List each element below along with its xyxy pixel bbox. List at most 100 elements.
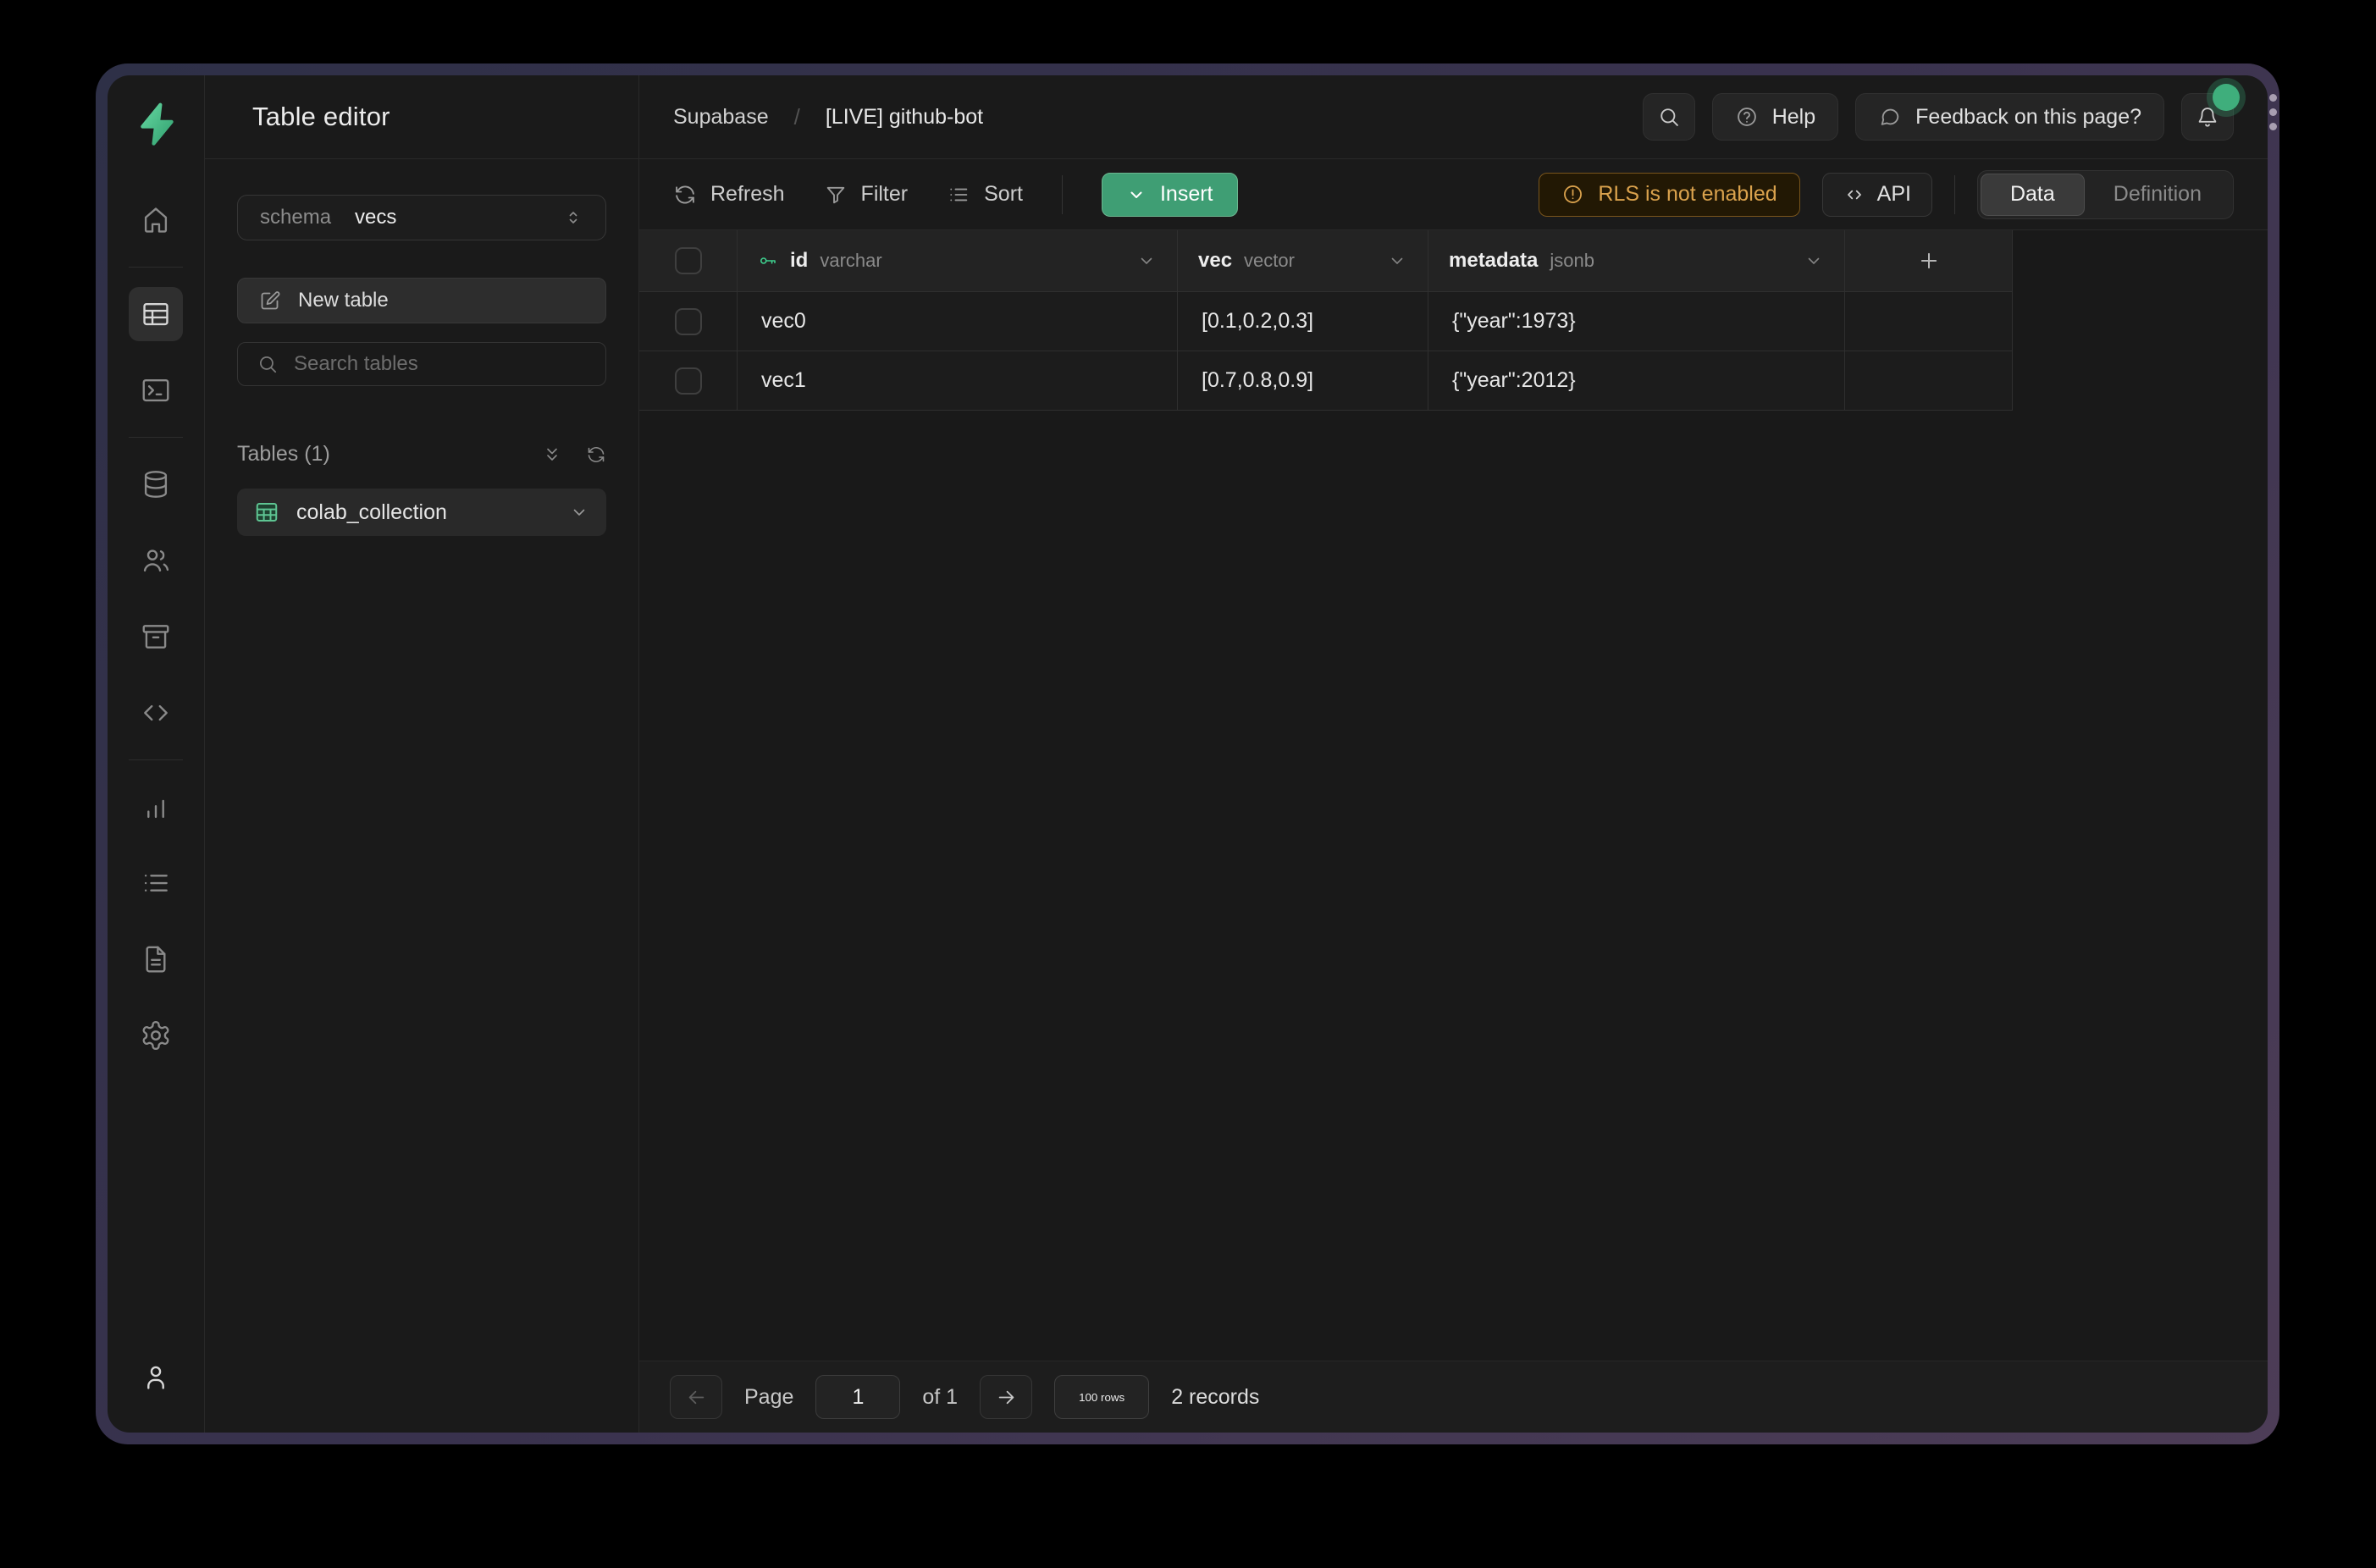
refresh-icon bbox=[673, 183, 697, 207]
rail-divider bbox=[129, 437, 183, 438]
supabase-logo[interactable] bbox=[131, 99, 180, 148]
page-input[interactable] bbox=[815, 1375, 900, 1419]
topbar-actions: Help Feedback on this page? bbox=[1643, 93, 2234, 141]
filter-label: Filter bbox=[861, 182, 909, 207]
table-name: colab_collection bbox=[296, 500, 447, 525]
column-header-id[interactable]: id varchar bbox=[738, 230, 1178, 292]
table-editor-icon bbox=[140, 298, 172, 330]
table-green-icon bbox=[254, 500, 279, 525]
breadcrumb: Supabase / [LIVE] github-bot bbox=[673, 104, 983, 130]
cell-id[interactable]: vec0 bbox=[738, 292, 1178, 351]
new-table-button[interactable]: New table bbox=[237, 278, 606, 323]
insert-button[interactable]: Insert bbox=[1102, 173, 1238, 217]
sidebar-item-docs[interactable] bbox=[129, 932, 183, 986]
tables-heading: Tables (1) bbox=[237, 442, 330, 467]
notifications-button[interactable] bbox=[2181, 93, 2234, 141]
data-grid: id varchar vec vector metadata jsonb bbox=[639, 230, 2013, 411]
grid-toolbar: Refresh Filter Sort Insert bbox=[639, 159, 2268, 230]
breadcrumb-project[interactable]: [LIVE] github-bot bbox=[826, 105, 983, 130]
filter-button[interactable]: Filter bbox=[824, 182, 909, 207]
toolbar-divider bbox=[1062, 175, 1063, 214]
search-button[interactable] bbox=[1643, 93, 1695, 141]
cell-vec[interactable]: [0.7,0.8,0.9] bbox=[1178, 351, 1428, 411]
sidebar-item-storage[interactable] bbox=[129, 610, 183, 664]
sidebar-item-database[interactable] bbox=[129, 457, 183, 511]
of-label: of 1 bbox=[922, 1385, 958, 1410]
rows-per-page-button[interactable]: 100 rows bbox=[1054, 1375, 1149, 1419]
row-checkbox[interactable] bbox=[675, 308, 702, 335]
cell-id[interactable]: vec1 bbox=[738, 351, 1178, 411]
sidebar-item-edge-functions[interactable] bbox=[129, 686, 183, 740]
cell-vec[interactable]: [0.1,0.2,0.3] bbox=[1178, 292, 1428, 351]
rls-warning-label: RLS is not enabled bbox=[1598, 182, 1776, 207]
sidebar-item-reports[interactable] bbox=[129, 780, 183, 834]
column-header-metadata[interactable]: metadata jsonb bbox=[1428, 230, 1845, 292]
tab-data[interactable]: Data bbox=[1981, 174, 2085, 216]
search-tables-input[interactable] bbox=[294, 352, 587, 376]
chevron-down-icon[interactable] bbox=[1136, 251, 1157, 271]
schema-select[interactable]: schema vecs bbox=[237, 195, 606, 240]
auth-users-icon bbox=[140, 544, 172, 577]
table-list-item[interactable]: colab_collection bbox=[237, 489, 606, 536]
docs-icon bbox=[140, 943, 172, 975]
sidebar-item-auth[interactable] bbox=[129, 533, 183, 588]
window-menu-dots[interactable] bbox=[2268, 94, 2278, 130]
add-column-button[interactable] bbox=[1845, 230, 2013, 292]
select-all-cell bbox=[639, 230, 738, 292]
api-button[interactable]: API bbox=[1822, 173, 1932, 217]
sidebar-item-sql-editor[interactable] bbox=[129, 363, 183, 417]
chevron-down-icon[interactable] bbox=[569, 502, 589, 522]
chevron-down-icon[interactable] bbox=[1387, 251, 1407, 271]
refresh-label: Refresh bbox=[710, 182, 785, 207]
table-editor-sidebar: Table editor schema vecs New table Tabl bbox=[205, 75, 639, 1433]
sidebar-item-logs[interactable] bbox=[129, 856, 183, 910]
column-type: jsonb bbox=[1550, 250, 1594, 272]
supabase-app: Table editor schema vecs New table Tabl bbox=[108, 75, 2268, 1433]
cell-empty bbox=[1845, 351, 2013, 411]
select-all-checkbox[interactable] bbox=[675, 247, 702, 274]
schema-label: schema bbox=[260, 206, 331, 229]
column-header-vec[interactable]: vec vector bbox=[1178, 230, 1428, 292]
sidebar-item-table-editor[interactable] bbox=[129, 287, 183, 341]
prev-page-button[interactable] bbox=[670, 1375, 722, 1419]
refresh-button[interactable]: Refresh bbox=[673, 182, 785, 207]
reports-icon bbox=[140, 791, 172, 823]
sort-button[interactable]: Sort bbox=[947, 182, 1023, 207]
search-icon bbox=[1657, 105, 1681, 129]
chevron-down-icon bbox=[1126, 185, 1147, 205]
cell-metadata[interactable]: {"year":1973} bbox=[1428, 292, 1845, 351]
column-name: metadata bbox=[1449, 249, 1538, 273]
tab-definition[interactable]: Definition bbox=[2085, 174, 2230, 216]
records-count: 2 records bbox=[1171, 1385, 1259, 1410]
tables-heading-row: Tables (1) bbox=[237, 442, 606, 467]
cell-metadata[interactable]: {"year":2012} bbox=[1428, 351, 1845, 411]
breadcrumb-org[interactable]: Supabase bbox=[673, 105, 769, 130]
help-label: Help bbox=[1772, 105, 1815, 130]
page-label: Page bbox=[744, 1385, 793, 1410]
row-select-cell bbox=[639, 351, 738, 411]
help-button[interactable]: Help bbox=[1712, 93, 1838, 141]
sidebar-item-home[interactable] bbox=[129, 193, 183, 247]
next-page-button[interactable] bbox=[980, 1375, 1032, 1419]
filter-icon bbox=[824, 183, 848, 207]
notification-dot bbox=[2213, 84, 2240, 111]
refresh-tables-icon[interactable] bbox=[586, 444, 606, 465]
row-checkbox[interactable] bbox=[675, 367, 702, 395]
feedback-button[interactable]: Feedback on this page? bbox=[1855, 93, 2164, 141]
rls-warning-badge[interactable]: RLS is not enabled bbox=[1539, 173, 1799, 217]
collapse-all-icon[interactable] bbox=[542, 444, 562, 465]
bell-icon bbox=[2196, 105, 2219, 129]
chevron-down-icon[interactable] bbox=[1804, 251, 1824, 271]
column-name: id bbox=[790, 249, 808, 273]
logs-icon bbox=[140, 867, 172, 899]
breadcrumb-separator: / bbox=[794, 104, 800, 130]
toolbar-divider bbox=[1954, 175, 1955, 214]
primary-key-icon bbox=[758, 251, 778, 271]
chat-bubble-icon bbox=[1878, 105, 1902, 129]
arrow-right-icon bbox=[995, 1386, 1018, 1409]
column-type: varchar bbox=[820, 250, 881, 272]
rows-per-page-label: 100 rows bbox=[1079, 1391, 1124, 1404]
sidebar-item-settings[interactable] bbox=[129, 1008, 183, 1063]
account-button[interactable] bbox=[129, 1350, 183, 1404]
data-grid-area: id varchar vec vector metadata jsonb bbox=[639, 230, 2268, 1361]
